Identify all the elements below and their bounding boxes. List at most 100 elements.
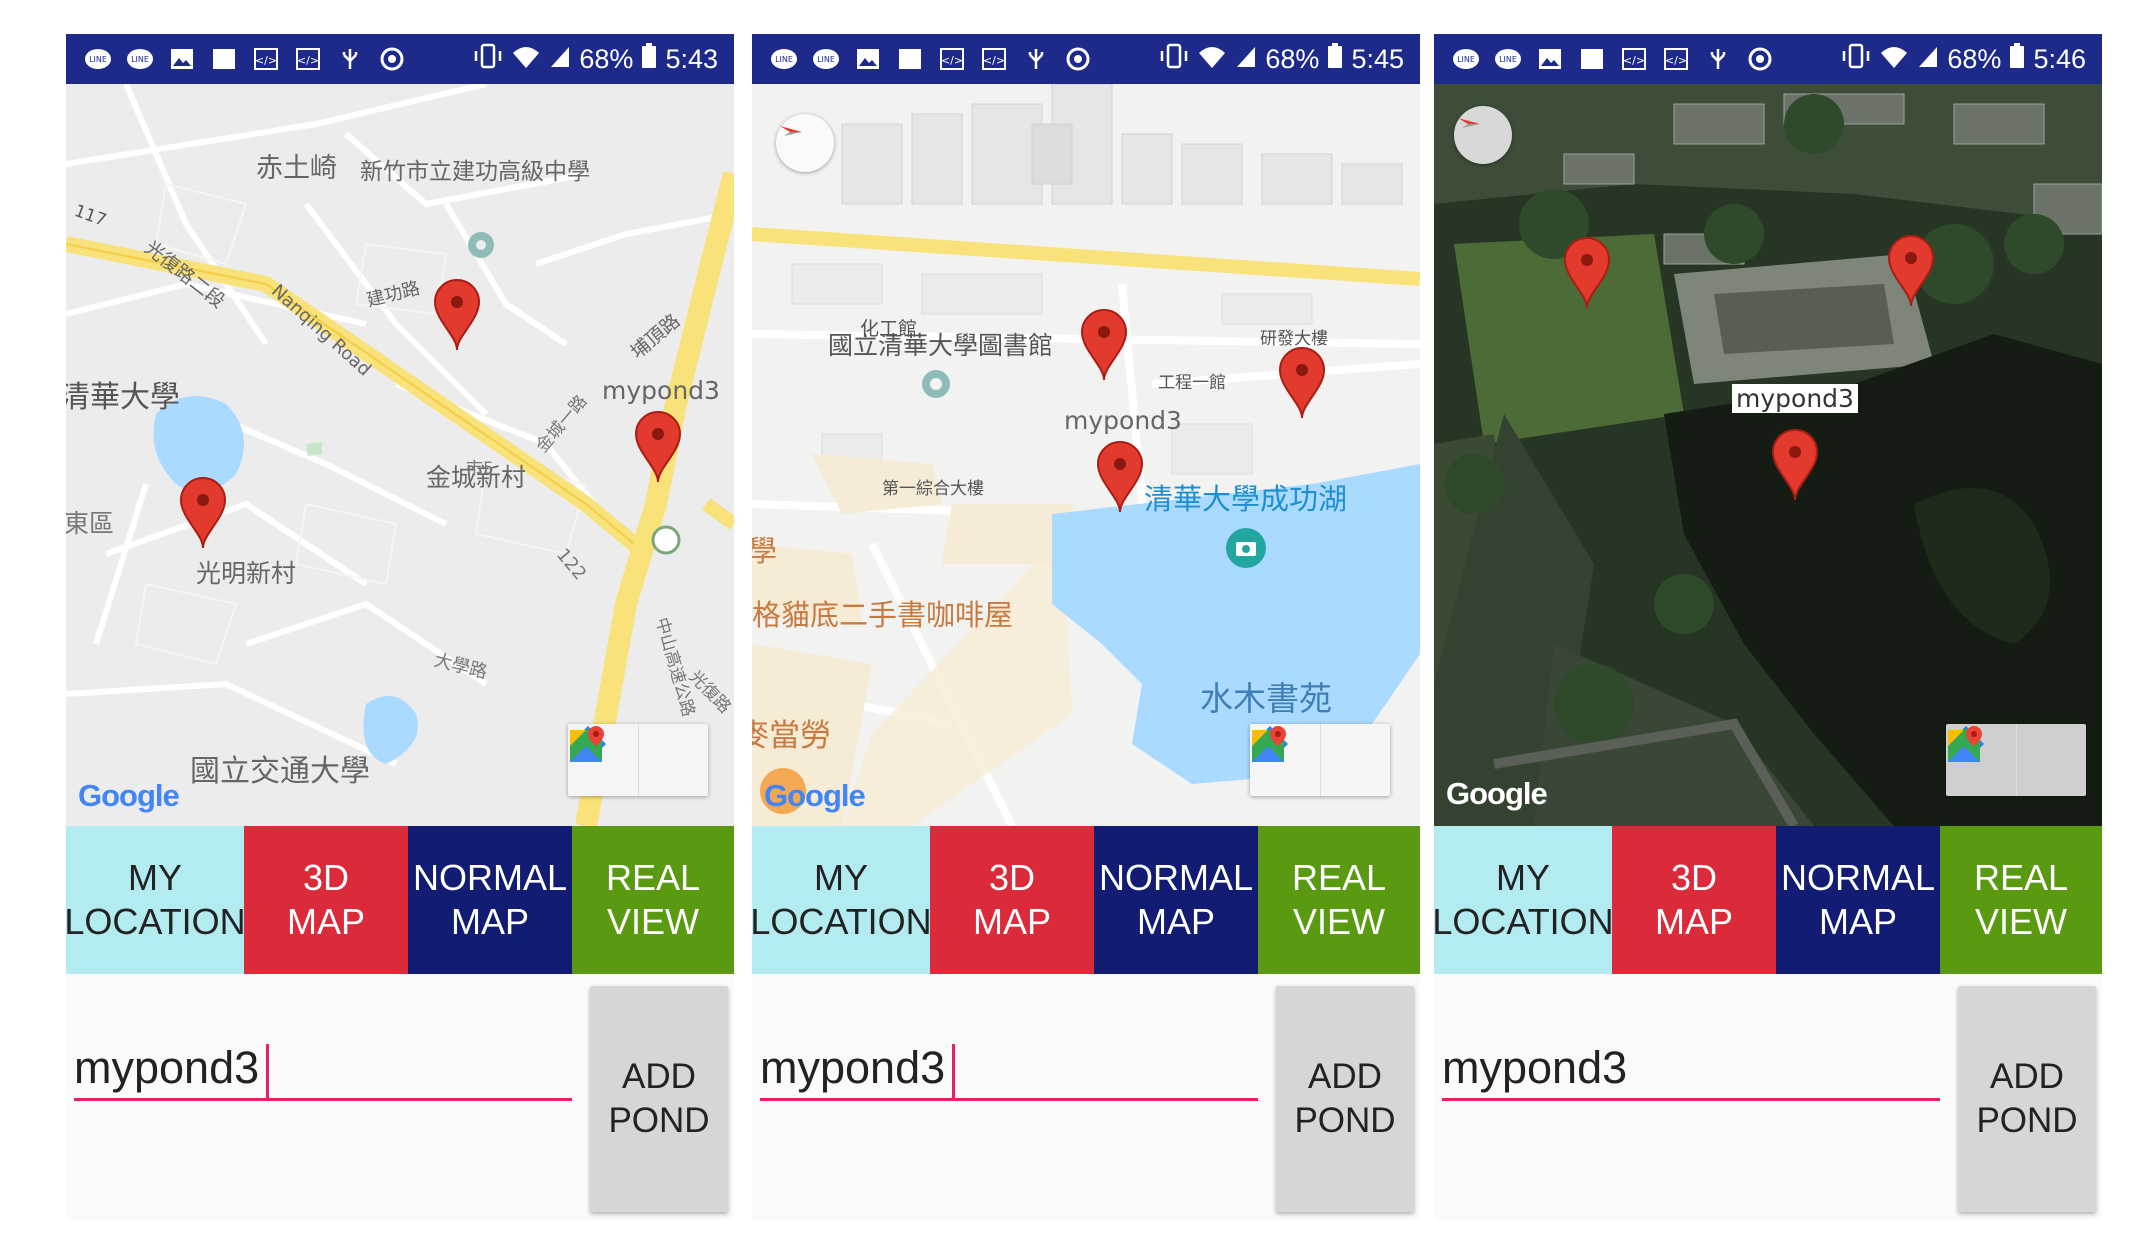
map-marker-icon[interactable] bbox=[1771, 428, 1819, 502]
map-marker-icon[interactable] bbox=[1080, 308, 1128, 382]
compass-icon[interactable] bbox=[1454, 106, 1512, 164]
clock: 5:46 bbox=[2033, 43, 2086, 74]
camera-poi-icon[interactable] bbox=[1226, 528, 1266, 568]
map-label: 格貓底二手書咖啡屋 bbox=[752, 598, 1014, 632]
my-location-button[interactable]: MY LOCATION bbox=[66, 826, 246, 974]
satellite-imagery bbox=[1434, 84, 2102, 826]
map-label: 光明新村 bbox=[196, 559, 297, 588]
pond-name-input[interactable] bbox=[74, 1038, 572, 1101]
map-toolbar bbox=[1250, 724, 1390, 796]
google-logo: Google bbox=[78, 778, 180, 813]
map-label: 工程一館 bbox=[1158, 373, 1226, 393]
google-maps-icon[interactable] bbox=[570, 724, 709, 796]
pond-input-row: ADD POND bbox=[1434, 974, 2102, 1220]
map-toolbar bbox=[1946, 724, 2086, 796]
status-bar: LINE LINE </> </> 68% 5:46 bbox=[1434, 34, 2102, 84]
wifi-icon bbox=[1879, 43, 1909, 76]
phone-screen-normal-map: LINE LINE </> </> 68% 5:43 赤土崎 新竹市立建功高級中… bbox=[66, 34, 734, 1220]
normal-map-button[interactable]: NORMAL MAP bbox=[408, 826, 572, 974]
map-view[interactable]: 化工館 國立清華大學圖書館 研發大樓 工程一館 mypond3 第一綜合大樓 清… bbox=[752, 84, 1420, 826]
map-label: 國立交通大學 bbox=[190, 754, 370, 789]
map-toolbar bbox=[568, 724, 708, 796]
chrome-icon bbox=[378, 47, 406, 71]
google-maps-icon[interactable] bbox=[1252, 724, 1391, 796]
map-marker-icon[interactable] bbox=[1887, 234, 1935, 308]
map-label: 第一綜合大樓 bbox=[882, 479, 984, 499]
svg-text:LINE: LINE bbox=[131, 55, 149, 64]
phone-screen-real-view: LINE LINE </> </> 68% 5:46 mypond3 Googl… bbox=[1434, 34, 2102, 1220]
map-label: 赤土崎 bbox=[256, 153, 337, 184]
battery-icon bbox=[1327, 42, 1343, 76]
map-marker-icon[interactable] bbox=[634, 410, 682, 484]
svg-text:LINE: LINE bbox=[1499, 55, 1517, 64]
google-logo: Google bbox=[1446, 776, 1548, 811]
pond-name-input[interactable] bbox=[760, 1038, 1258, 1101]
normal-map-button[interactable]: NORMAL MAP bbox=[1776, 826, 1940, 974]
real-view-button[interactable]: REAL VIEW bbox=[572, 826, 734, 974]
map-marker-icon[interactable] bbox=[433, 278, 481, 352]
square-icon bbox=[210, 47, 238, 71]
pond-name-input[interactable] bbox=[1442, 1038, 1940, 1101]
compass-icon[interactable] bbox=[776, 114, 834, 172]
google-maps-icon[interactable] bbox=[1948, 724, 2087, 796]
map-label: 清華大學 bbox=[66, 380, 180, 415]
map-label: 學 bbox=[752, 534, 778, 568]
svg-text:</>: </> bbox=[297, 54, 319, 67]
marker-info-window: mypond3 bbox=[1732, 384, 1858, 413]
battery-percent: 68% bbox=[1947, 43, 2002, 74]
line-icon: LINE bbox=[126, 47, 154, 71]
map-marker-icon[interactable] bbox=[179, 476, 227, 550]
map-label: 麥當勞 bbox=[752, 718, 831, 754]
svg-text:</>: </> bbox=[983, 54, 1005, 67]
add-pond-button[interactable]: ADD POND bbox=[590, 986, 728, 1212]
map-view[interactable]: mypond3 Google bbox=[1434, 84, 2102, 826]
normal-map-button[interactable]: NORMAL MAP bbox=[1094, 826, 1258, 974]
map-marker-icon[interactable] bbox=[1096, 440, 1144, 514]
code-icon: </> bbox=[938, 47, 966, 71]
marker-title: mypond3 bbox=[602, 376, 720, 405]
map-label: 國立清華大學圖書館 bbox=[828, 331, 1054, 360]
code-icon: </> bbox=[1620, 47, 1648, 71]
pond-input-row: ADD POND bbox=[66, 974, 734, 1220]
add-pond-button[interactable]: ADD POND bbox=[1958, 986, 2096, 1212]
google-logo: Google bbox=[764, 778, 866, 813]
pond-input-row: ADD POND bbox=[752, 974, 1420, 1220]
map-marker-icon[interactable] bbox=[1563, 236, 1611, 310]
battery-icon bbox=[2009, 42, 2025, 76]
3d-map-button[interactable]: 3D MAP bbox=[244, 826, 408, 974]
usb-icon bbox=[1704, 47, 1732, 71]
svg-text:</>: </> bbox=[1665, 54, 1687, 67]
my-location-button[interactable]: MY LOCATION bbox=[1434, 826, 1614, 974]
code-icon: </> bbox=[294, 47, 322, 71]
map-label: 清華大學成功湖 bbox=[1144, 482, 1348, 516]
my-location-button[interactable]: MY LOCATION bbox=[752, 826, 932, 974]
battery-percent: 68% bbox=[1265, 43, 1320, 74]
map-marker-icon[interactable] bbox=[1278, 346, 1326, 420]
phone-screen-3d-map: LINE LINE </> </> 68% 5:45 化工館 國立清華大學圖書館… bbox=[752, 34, 1420, 1220]
battery-icon bbox=[641, 42, 657, 76]
map-view[interactable]: 赤土崎 新竹市立建功高級中學 117 光復路二段 建功路 Nanqing Roa… bbox=[66, 84, 734, 826]
signal-icon bbox=[1235, 43, 1257, 76]
vibrate-icon bbox=[473, 43, 503, 76]
svg-text:</>: </> bbox=[941, 54, 963, 67]
line-icon: LINE bbox=[812, 47, 840, 71]
status-bar: LINE LINE </> </> 68% 5:43 bbox=[66, 34, 734, 84]
svg-text:LINE: LINE bbox=[1457, 55, 1475, 64]
real-view-button[interactable]: REAL VIEW bbox=[1940, 826, 2102, 974]
line-icon: LINE bbox=[770, 47, 798, 71]
add-pond-button[interactable]: ADD POND bbox=[1276, 986, 1414, 1212]
code-icon: </> bbox=[252, 47, 280, 71]
real-view-button[interactable]: REAL VIEW bbox=[1258, 826, 1420, 974]
3d-map-button[interactable]: 3D MAP bbox=[930, 826, 1094, 974]
text-cursor bbox=[266, 1044, 269, 1100]
code-icon: </> bbox=[980, 47, 1008, 71]
clock: 5:45 bbox=[1351, 43, 1404, 74]
map-label: 東區 bbox=[66, 509, 115, 538]
svg-text:</>: </> bbox=[1623, 54, 1645, 67]
svg-text:LINE: LINE bbox=[817, 55, 835, 64]
vibrate-icon bbox=[1159, 43, 1189, 76]
map-mode-buttons: MY LOCATION 3D MAP NORMAL MAP REAL VIEW bbox=[1434, 826, 2102, 974]
3d-map-button[interactable]: 3D MAP bbox=[1612, 826, 1776, 974]
clock: 5:43 bbox=[665, 43, 718, 74]
image-icon bbox=[854, 47, 882, 71]
